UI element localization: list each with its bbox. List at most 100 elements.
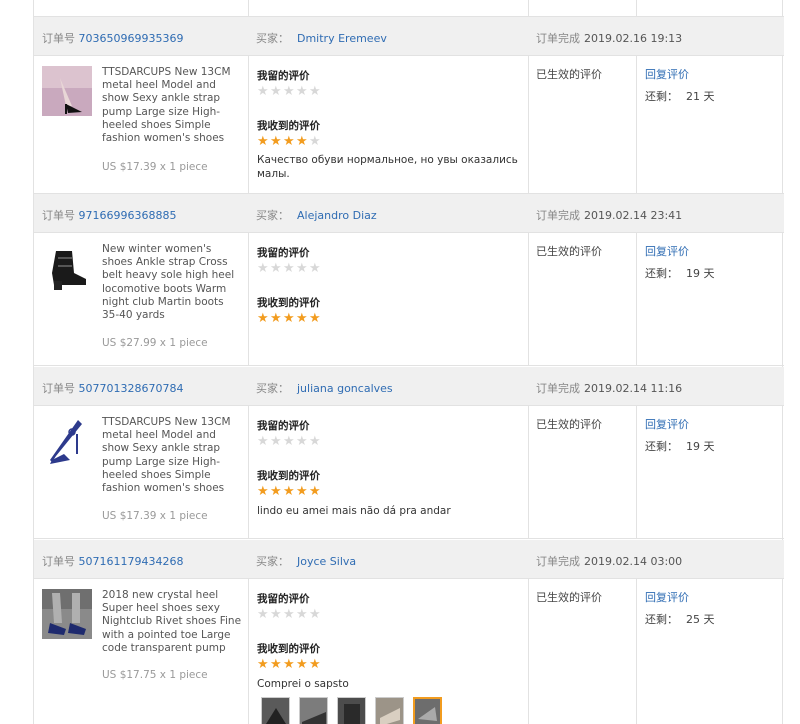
product-thumbnail[interactable]	[42, 589, 92, 639]
product-price: US $27.99 x 1 piece	[102, 337, 208, 349]
star-empty-icon: ★	[296, 84, 308, 99]
order-number-link[interactable]: 507701328670784	[79, 382, 184, 395]
reply-review-link[interactable]: 回复评价	[645, 416, 689, 432]
star-empty-icon: ★	[270, 607, 282, 622]
star-empty-icon: ★	[309, 261, 321, 276]
star-filled-icon: ★	[270, 134, 282, 149]
received-review-label: 我收到的评价	[257, 643, 320, 655]
feedback-photo[interactable]	[299, 697, 328, 724]
remaining-days: 19 天	[686, 267, 715, 280]
order-number: 订单号 507701328670784	[42, 380, 183, 396]
order-number-link[interactable]: 97166996368885	[79, 209, 177, 222]
my-review-stars: ★ ★ ★ ★ ★	[257, 607, 321, 622]
feedback-photo[interactable]	[337, 697, 366, 724]
order-number-label: 订单号	[42, 555, 75, 568]
action-column: 回复评价 还剩： 19 天	[636, 406, 784, 538]
remaining-label: 还剩：	[645, 613, 678, 626]
completed-label: 订单完成	[536, 209, 580, 222]
remaining-label: 还剩：	[645, 90, 678, 103]
remaining-days: 25 天	[686, 613, 715, 626]
completed-label: 订单完成	[536, 32, 580, 45]
order-number-link[interactable]: 703650969935369	[79, 32, 184, 45]
star-filled-icon: ★	[309, 311, 321, 326]
buyer-link[interactable]: Joyce Silva	[297, 555, 356, 568]
received-review-label: 我收到的评价	[257, 297, 320, 309]
photo-thumbnail-icon	[300, 698, 327, 724]
order-block: 订单号 97166996368885 买家： Alejandro Diaz 订单完…	[34, 194, 784, 366]
product-title[interactable]: TTSDARCUPS New 13CM metal heel Model and…	[102, 66, 242, 145]
star-empty-icon: ★	[270, 434, 282, 449]
star-empty-icon: ★	[257, 434, 269, 449]
product-title[interactable]: TTSDARCUPS New 13CM metal heel Model and…	[102, 416, 242, 495]
received-review-stars: ★ ★ ★ ★ ★	[257, 484, 321, 499]
received-review-stars: ★ ★ ★ ★ ★	[257, 657, 321, 672]
buyer-link[interactable]: juliana goncalves	[297, 382, 393, 395]
photo-thumbnail-icon	[338, 698, 365, 724]
buyer-link[interactable]: Alejandro Diaz	[297, 209, 377, 222]
star-filled-icon: ★	[270, 657, 282, 672]
buyer-label: 买家：	[256, 555, 289, 568]
photo-thumbnail-icon	[262, 698, 289, 724]
star-empty-icon: ★	[296, 434, 308, 449]
star-empty-icon: ★	[309, 434, 321, 449]
star-filled-icon: ★	[296, 657, 308, 672]
column-divider	[528, 0, 529, 17]
buyer-label: 买家：	[256, 209, 289, 222]
received-review-stars: ★ ★ ★ ★ ★	[257, 311, 321, 326]
feedback-photo[interactable]	[261, 697, 290, 724]
buyer: 买家： Dmitry Eremeev	[256, 30, 387, 46]
product-thumbnail[interactable]	[42, 66, 92, 116]
remaining-label: 还剩：	[645, 440, 678, 453]
completed-time: 订单完成 2019.02.16 19:13	[536, 30, 682, 46]
buyer: 买家： Joyce Silva	[256, 553, 356, 569]
star-filled-icon: ★	[283, 311, 295, 326]
order-number-link[interactable]: 507161179434268	[79, 555, 184, 568]
buyer-link[interactable]: Dmitry Eremeev	[297, 32, 387, 45]
completed-time: 订单完成 2019.02.14 23:41	[536, 207, 682, 223]
reply-review-link[interactable]: 回复评价	[645, 66, 689, 82]
reply-review-link[interactable]: 回复评价	[645, 589, 689, 605]
days-remaining: 还剩： 25 天	[645, 611, 715, 627]
crystal-heel-icon	[42, 589, 92, 639]
my-review-stars: ★ ★ ★ ★ ★	[257, 261, 321, 276]
received-review-label: 我收到的评价	[257, 120, 320, 132]
star-empty-icon: ★	[270, 84, 282, 99]
order-number-label: 订单号	[42, 32, 75, 45]
completed-label: 订单完成	[536, 555, 580, 568]
product-thumbnail[interactable]	[42, 416, 92, 466]
remaining-label: 还剩：	[645, 267, 678, 280]
my-review-label: 我留的评价	[257, 420, 310, 432]
remaining-days: 21 天	[686, 90, 715, 103]
product-title[interactable]: 2018 new crystal heel Super heel shoes s…	[102, 589, 242, 655]
product-title[interactable]: New winter women's shoes Ankle strap Cro…	[102, 243, 242, 322]
order-block: 订单号 703650969935369 买家： Dmitry Eremeev 订单…	[34, 17, 784, 194]
order-number-label: 订单号	[42, 209, 75, 222]
review-status: 已生效的评价	[536, 68, 602, 81]
star-filled-icon: ★	[257, 484, 269, 499]
review-column: 我留的评价 ★ ★ ★ ★ ★ 我收到的评价 ★ ★ ★ ★ ★ lindo eu amei m…	[248, 406, 528, 538]
star-filled-icon: ★	[283, 484, 295, 499]
buyer-label: 买家：	[256, 32, 289, 45]
review-status: 已生效的评价	[536, 591, 602, 604]
product-thumbnail[interactable]	[42, 243, 92, 293]
star-empty-icon: ★	[270, 261, 282, 276]
photo-thumbnail-icon	[376, 698, 403, 724]
column-divider	[248, 0, 249, 17]
days-remaining: 还剩： 19 天	[645, 265, 715, 281]
reply-review-link[interactable]: 回复评价	[645, 243, 689, 259]
action-column: 回复评价 还剩： 19 天	[636, 233, 784, 365]
order-number: 订单号 507161179434268	[42, 553, 183, 569]
star-empty-icon: ★	[283, 607, 295, 622]
star-filled-icon: ★	[257, 657, 269, 672]
column-divider	[636, 0, 637, 17]
star-filled-icon: ★	[257, 134, 269, 149]
star-empty-icon: ★	[257, 261, 269, 276]
star-empty-icon: ★	[309, 84, 321, 99]
feedback-photo-selected[interactable]	[413, 697, 442, 724]
order-number-label: 订单号	[42, 382, 75, 395]
star-empty-icon: ★	[283, 84, 295, 99]
review-column: 我留的评价 ★ ★ ★ ★ ★ 我收到的评价 ★ ★ ★ ★ ★ Качество обуви …	[248, 56, 528, 193]
buyer: 买家： juliana goncalves	[256, 380, 393, 396]
feedback-photo[interactable]	[375, 697, 404, 724]
status-column: 已生效的评价	[528, 406, 636, 538]
